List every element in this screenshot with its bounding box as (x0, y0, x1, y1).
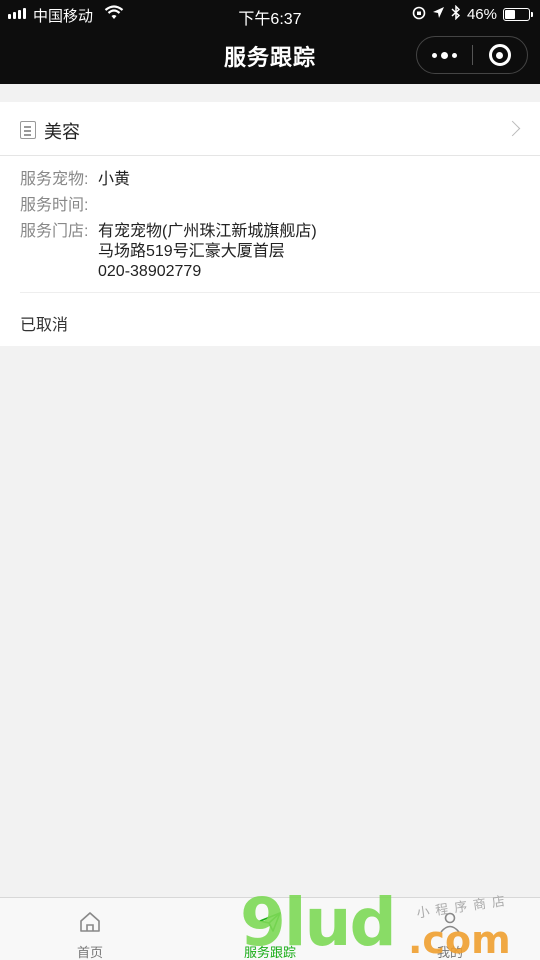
close-button[interactable] (473, 37, 527, 73)
tab-home[interactable]: 首页 (0, 898, 180, 960)
battery-percent: 46% (466, 6, 497, 23)
more-menu-button[interactable] (417, 37, 472, 73)
location-icon (432, 6, 445, 23)
navigation-bar: 服务跟踪 (0, 28, 540, 84)
user-icon (440, 912, 460, 933)
status-bar: 中国移动 下午6:37 46% (0, 0, 540, 28)
store-address: 马场路519号汇豪大厦首层 (98, 243, 285, 260)
close-circle-icon (488, 44, 511, 66)
tab-mine[interactable]: 我的 (360, 898, 540, 960)
service-card: 美容 服务宠物: 小黄 服务时间: 服务门店: 有宠宠物(广州珠江新城旗舰店) … (0, 102, 540, 346)
service-header[interactable]: 美容 (0, 102, 540, 156)
store-phone[interactable]: 020-38902779 (98, 262, 317, 282)
service-details: 服务宠物: 小黄 服务时间: 服务门店: 有宠宠物(广州珠江新城旗舰店) 马场路… (20, 170, 317, 288)
tab-mine-label: 我的 (436, 945, 463, 960)
orientation-lock-icon (412, 6, 426, 24)
store-row: 服务门店: 有宠宠物(广州珠江新城旗舰店) 马场路519号汇豪大厦首层 020-… (20, 222, 317, 282)
time-label: 服务时间: (20, 197, 89, 214)
send-icon (259, 912, 281, 932)
time-row: 服务时间: (20, 196, 317, 216)
tab-service-tracking-label: 服务跟踪 (243, 945, 296, 960)
tab-service-tracking[interactable]: 服务跟踪 (180, 898, 360, 960)
document-icon (20, 121, 36, 139)
home-icon (80, 912, 100, 932)
tab-home-label: 首页 (76, 945, 103, 960)
chevron-right-icon (504, 120, 521, 137)
service-category: 美容 (44, 122, 80, 142)
pet-value: 小黄 (98, 171, 131, 188)
pet-label: 服务宠物: (20, 171, 89, 188)
service-status-row: 已取消 (20, 292, 540, 346)
battery-icon (503, 8, 533, 21)
bluetooth-icon (451, 4, 461, 24)
store-name: 有宠宠物(广州珠江新城旗舰店) (98, 223, 317, 240)
store-label: 服务门店: (20, 223, 89, 240)
pet-row: 服务宠物: 小黄 (20, 170, 317, 190)
service-status: 已取消 (20, 317, 69, 334)
tab-bar: 首页 服务跟踪 我的 (0, 897, 540, 960)
store-info: 有宠宠物(广州珠江新城旗舰店) 马场路519号汇豪大厦首层 020-389027… (98, 222, 317, 282)
mini-program-capsule (416, 36, 528, 74)
